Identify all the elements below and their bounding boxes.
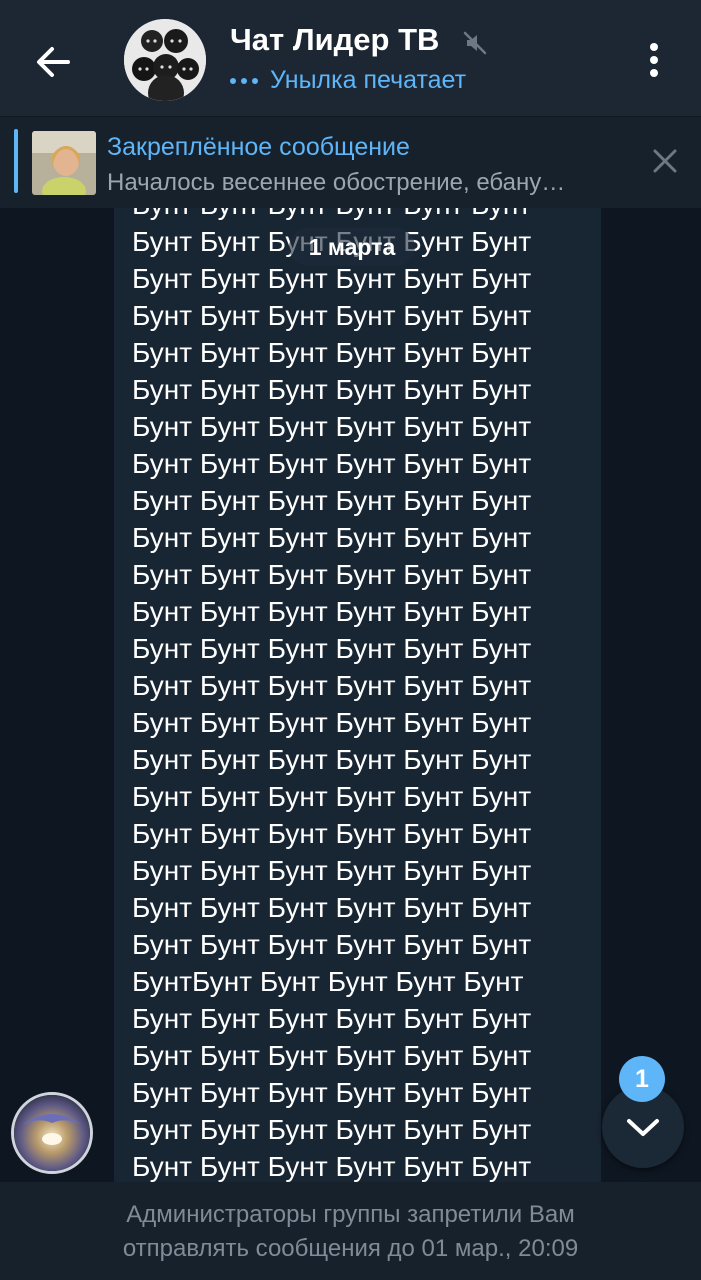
typing-status: Унылка печатает <box>230 66 466 95</box>
chat-title[interactable]: Чат Лидер ТВ <box>230 22 439 58</box>
message-line: Бунт Бунт Бунт Бунт Бунт Бунт <box>132 744 532 775</box>
group-avatar[interactable] <box>124 19 206 101</box>
message-line: Бунт Бунт Бунт Бунт Бунт Бунт <box>132 1151 532 1182</box>
message-line: БунтБунт Бунт Бунт Бунт Бунт <box>132 966 524 997</box>
message-line: Бунт Бунт Бунт Бунт Бунт Бунт <box>132 1077 532 1108</box>
message-line: Бунт Бунт Бунт Бунт Бунт Бунт <box>132 485 532 516</box>
message-line: Бунт Бунт Бунт Бунт Бунт Бунт <box>132 633 532 664</box>
message-line: Бунт Бунт Бунт Бунт Бунт Бунт <box>132 929 532 960</box>
date-separator: 1 марта <box>289 228 415 266</box>
pinned-accent-line <box>14 129 18 193</box>
unread-count-badge: 1 <box>619 1056 665 1102</box>
message-line: Бунт Бунт Бунт Бунт Бунт Бунт <box>132 1040 532 1071</box>
message-line: Бунт Бунт Бунт Бунт Бунт Бунт <box>132 855 532 886</box>
message-list[interactable]: Бунт Бунт Бунт Бунт Бунт Бунт Бунт Бунт Б… <box>0 208 701 1182</box>
typing-status-text: Унылка печатает <box>270 66 467 94</box>
message-line: Бунт Бунт Бунт Бунт Бунт Бунт <box>132 1003 532 1034</box>
typing-dots-icon <box>230 77 258 84</box>
message-line: Бунт Бунт Бунт Бунт Бунт Бунт <box>132 208 531 223</box>
message-line: Бунт Бунт Бунт Бунт Бунт Бунт <box>132 411 532 442</box>
pinned-text: Началось весеннее обострение, ебану… <box>107 169 566 196</box>
message-text: Бунт Бунт Бунт Бунт Бунт Бунт Бунт Бунт Б… <box>132 208 531 1182</box>
more-vertical-icon[interactable] <box>638 40 670 80</box>
message-line: Бунт Бунт Бунт Бунт Бунт Бунт <box>132 522 532 553</box>
muted-icon <box>462 30 488 56</box>
pinned-message-bar[interactable]: Закреплённое сообщение Началось весеннее… <box>0 116 701 208</box>
message-line: Бунт Бунт Бунт Бунт Бунт Бунт <box>132 596 532 627</box>
message-line: Бунт Бунт Бунт Бунт Бунт Бунт <box>132 818 532 849</box>
message-line: Бунт Бунт Бунт Бунт Бунт Бунт <box>132 707 532 738</box>
message-line: Бунт Бунт Бунт Бунт Бунт Бунт <box>132 781 532 812</box>
restriction-line-1: Администраторы группы запретили Вам <box>126 1201 575 1228</box>
message-line: Бунт Бунт Бунт Бунт Бунт Бунт <box>132 1114 532 1145</box>
message-line: Бунт Бунт Бунт Бунт Бунт Бунт <box>132 670 532 701</box>
message-line: Бунт Бунт Бунт Бунт Бунт Бунт <box>132 448 532 479</box>
close-icon[interactable] <box>648 144 682 178</box>
pinned-title: Закреплённое сообщение <box>107 133 410 161</box>
message-line: Бунт Бунт Бунт Бунт Бунт Бунт <box>132 892 532 923</box>
chat-header: Чат Лидер ТВ Унылка печатает <box>0 0 701 116</box>
message-line: Бунт Бунт Бунт Бунт Бунт Бунт <box>132 374 532 405</box>
message-line: Бунт Бунт Бунт Бунт Бунт Бунт <box>132 300 532 331</box>
message-line: Бунт Бунт Бунт Бунт Бунт Бунт <box>132 559 532 590</box>
back-arrow-icon[interactable] <box>30 38 78 86</box>
restriction-line-2: отправлять сообщения до 01 мар., 20:09 <box>122 1235 579 1262</box>
message-line: Бунт Бунт Бунт Бунт Бунт Бунт <box>132 337 532 368</box>
pinned-thumbnail <box>32 131 96 195</box>
restriction-notice: Администраторы группы запретили Вам отпр… <box>0 1182 701 1280</box>
sender-avatar[interactable] <box>11 1092 93 1174</box>
